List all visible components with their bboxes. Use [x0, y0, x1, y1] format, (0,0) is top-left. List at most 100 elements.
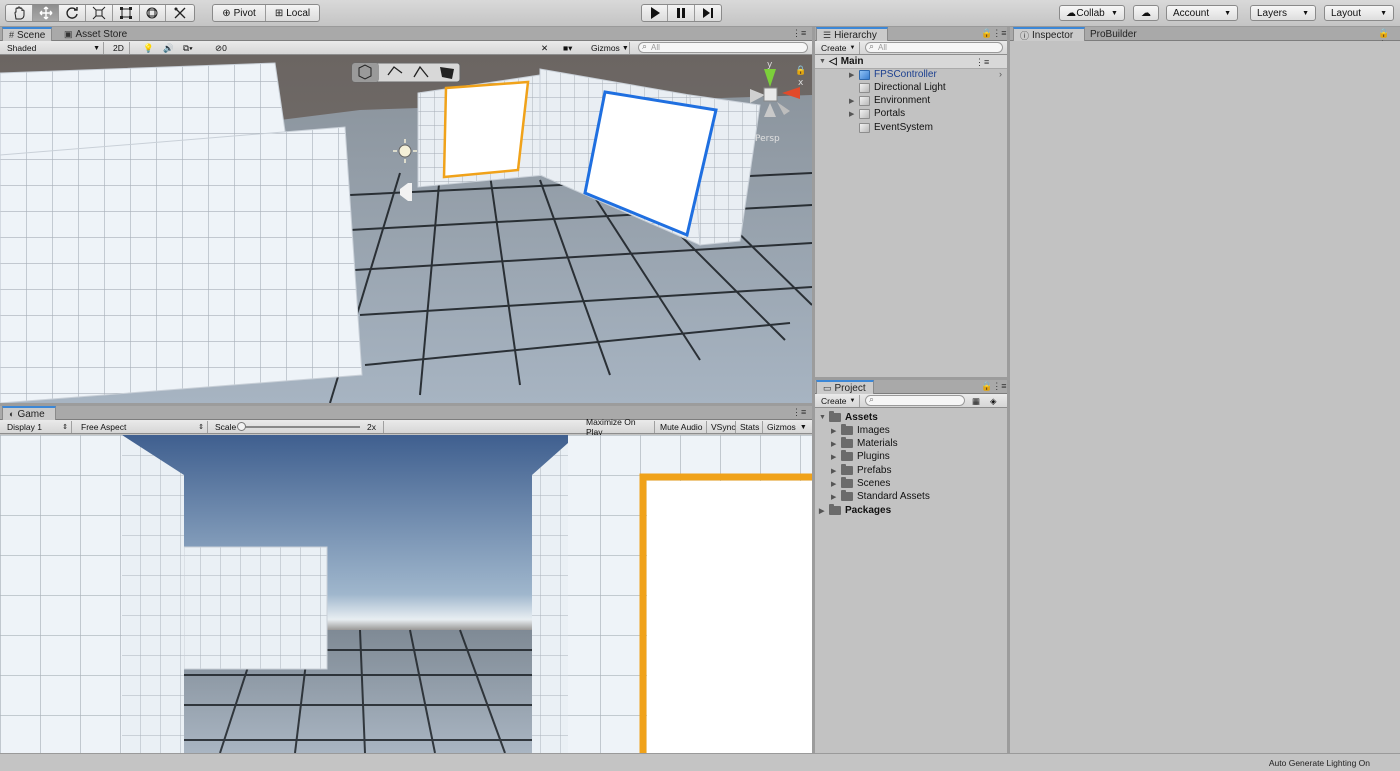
scale-tool-icon[interactable]	[86, 5, 113, 21]
splitter-vertical[interactable]	[812, 27, 815, 753]
lock-icon[interactable]: 🔒⋮≡	[981, 381, 1006, 392]
persp-label[interactable]: Persp	[755, 134, 780, 144]
mute-audio-toggle[interactable]: Mute Audio	[657, 421, 707, 433]
tab-project[interactable]: ▭ Project	[816, 380, 874, 394]
hierarchy-create-dropdown[interactable]: Create ▼	[818, 42, 860, 54]
tools-icon[interactable]: ✕	[538, 42, 551, 54]
collab-dropdown[interactable]: ☁ Collab ▼	[1059, 5, 1125, 21]
project-folder[interactable]: ▶ Scenes	[831, 477, 890, 489]
pivot-button[interactable]: ⊕ Pivot	[213, 5, 267, 21]
hierarchy-item[interactable]: ▶ Portals	[849, 108, 905, 119]
gameobject-icon	[859, 82, 870, 93]
project-folder[interactable]: ▶ Prefabs	[831, 464, 891, 476]
rect-tool-icon[interactable]	[113, 5, 140, 21]
lock-icon[interactable]: 🔒	[795, 65, 806, 76]
rotate-tool-icon[interactable]	[59, 5, 87, 21]
hierarchy-item[interactable]: EventSystem	[859, 122, 933, 133]
hierarchy-item[interactable]: ▶ FPSController	[849, 69, 937, 80]
project-folder[interactable]: ▶ Images	[831, 424, 890, 436]
expand-arrow-icon[interactable]: ▶	[849, 71, 859, 79]
filter-by-type-icon[interactable]: ▦	[969, 395, 983, 407]
hierarchy-search-input[interactable]: All	[865, 41, 1003, 53]
expand-arrow-icon[interactable]: ▶	[849, 97, 859, 105]
project-search-input[interactable]	[865, 394, 965, 406]
folder-icon	[841, 437, 853, 448]
layers-dropdown[interactable]: Layers ▼	[1250, 5, 1316, 21]
expand-arrow-icon[interactable]: ▶	[831, 480, 841, 488]
project-create-label: Create	[821, 396, 847, 406]
expand-arrow-icon[interactable]: ▼	[819, 58, 829, 65]
account-dropdown[interactable]: Account ▼	[1166, 5, 1238, 21]
hierarchy-item-label: Portals	[874, 108, 906, 119]
maximize-on-play-toggle[interactable]: Maximize On Play	[583, 417, 655, 437]
folder-icon	[841, 490, 853, 501]
inspector-tabbar: ⓘInspector ProBuilder 🔒⋮≡	[1010, 27, 1400, 49]
expand-arrow-icon[interactable]: ▼	[819, 414, 829, 421]
cloud-button[interactable]: ☁	[1133, 5, 1159, 21]
expand-arrow-icon[interactable]: ▶	[831, 440, 841, 448]
project-folder[interactable]: ▶ Materials	[831, 437, 898, 449]
aspect-dropdown[interactable]: Free Aspect ⇕	[78, 421, 208, 433]
assets-root-item[interactable]: ▼ Assets	[819, 411, 878, 423]
stats-toggle[interactable]: Stats	[737, 421, 763, 433]
toggle-2d-button[interactable]: 2D	[110, 42, 130, 54]
shading-mode-dropdown[interactable]: Shaded ▼	[4, 42, 104, 54]
lighting-icon[interactable]: 💡	[140, 42, 157, 54]
play-button[interactable]	[642, 5, 669, 21]
custom-tool-icon[interactable]	[166, 5, 194, 21]
expand-arrow-icon[interactable]: ▶	[831, 467, 841, 475]
scale-slider[interactable]	[236, 421, 364, 433]
tab-hierarchy[interactable]: ☰ Hierarchy	[816, 27, 888, 41]
hidden-objects-icon[interactable]: ⊘ 0	[212, 42, 230, 54]
display-dropdown[interactable]: Display 1 ⇕	[4, 421, 72, 433]
layout-dropdown[interactable]: Layout ▼	[1324, 5, 1394, 21]
transform-tool-icon[interactable]	[140, 5, 167, 21]
tab-game[interactable]: ◐ Game	[2, 406, 56, 420]
game-viewport[interactable]	[0, 435, 812, 753]
expand-arrow-icon[interactable]: ▶	[831, 427, 841, 435]
expand-arrow-icon[interactable]: ▶	[831, 453, 841, 461]
hierarchy-item-label: FPSController	[874, 69, 937, 80]
packages-root-item[interactable]: ▶ Packages	[819, 504, 891, 516]
panel-menu-icon[interactable]: ⋮≡	[792, 407, 806, 418]
project-create-dropdown[interactable]: Create ▼	[818, 395, 860, 407]
gameobject-icon	[859, 95, 870, 106]
tab-asset-store[interactable]: ▣ Asset Store	[58, 27, 134, 41]
audio-icon[interactable]: 🔊	[160, 42, 177, 54]
tab-probuilder[interactable]: ProBuilder	[1084, 27, 1144, 41]
cloud-icon: ☁	[1141, 7, 1151, 19]
filter-by-label-icon[interactable]: ◈	[987, 395, 1000, 407]
effects-icon[interactable]: ⧉▾	[180, 42, 196, 54]
chevron-right-icon[interactable]: ›	[999, 69, 1002, 79]
expand-arrow-icon[interactable]: ▶	[849, 110, 859, 118]
move-tool-icon[interactable]	[32, 5, 60, 21]
local-button[interactable]: ⊞ Local	[266, 5, 319, 21]
gizmos-dropdown[interactable]: Gizmos ▼	[588, 42, 630, 54]
scene-menu-icon[interactable]: ⋮≡	[975, 57, 989, 68]
hand-tool-icon[interactable]	[6, 5, 33, 21]
pause-button[interactable]	[668, 5, 695, 21]
splitter-horizontal[interactable]	[815, 377, 1007, 380]
camera-icon[interactable]: ■▾	[560, 42, 575, 54]
lock-icon[interactable]: 🔒⋮≡	[981, 28, 1006, 39]
scene-search-input[interactable]: All	[638, 41, 808, 53]
expand-arrow-icon[interactable]: ▶	[831, 493, 841, 501]
splitter-vertical[interactable]	[1007, 27, 1010, 753]
vsync-toggle[interactable]: VSync	[708, 421, 736, 433]
chevron-down-icon: ▼	[849, 45, 856, 51]
hierarchy-item[interactable]: ▶ Environment	[849, 95, 930, 106]
hierarchy-item[interactable]: Directional Light	[859, 82, 946, 93]
tab-game-label: Game	[17, 408, 45, 420]
slider-thumb[interactable]	[237, 422, 246, 431]
tab-scene[interactable]: # Scene	[2, 27, 52, 41]
panel-menu-icon[interactable]: ⋮≡	[792, 28, 806, 39]
step-button[interactable]	[695, 5, 721, 21]
scene-root-item[interactable]: ▼ ◁ Main	[819, 56, 863, 67]
project-folder[interactable]: ▶ Standard Assets	[831, 490, 930, 502]
tab-inspector[interactable]: ⓘ Inspector	[1013, 27, 1085, 41]
expand-arrow-icon[interactable]: ▶	[819, 507, 829, 515]
game-gizmos-dropdown[interactable]: Gizmos ▼	[764, 421, 810, 433]
splitter-horizontal[interactable]	[0, 403, 812, 406]
scene-viewport[interactable]: y x 🔒 Persp	[0, 55, 812, 403]
project-folder[interactable]: ▶ Plugins	[831, 450, 890, 462]
